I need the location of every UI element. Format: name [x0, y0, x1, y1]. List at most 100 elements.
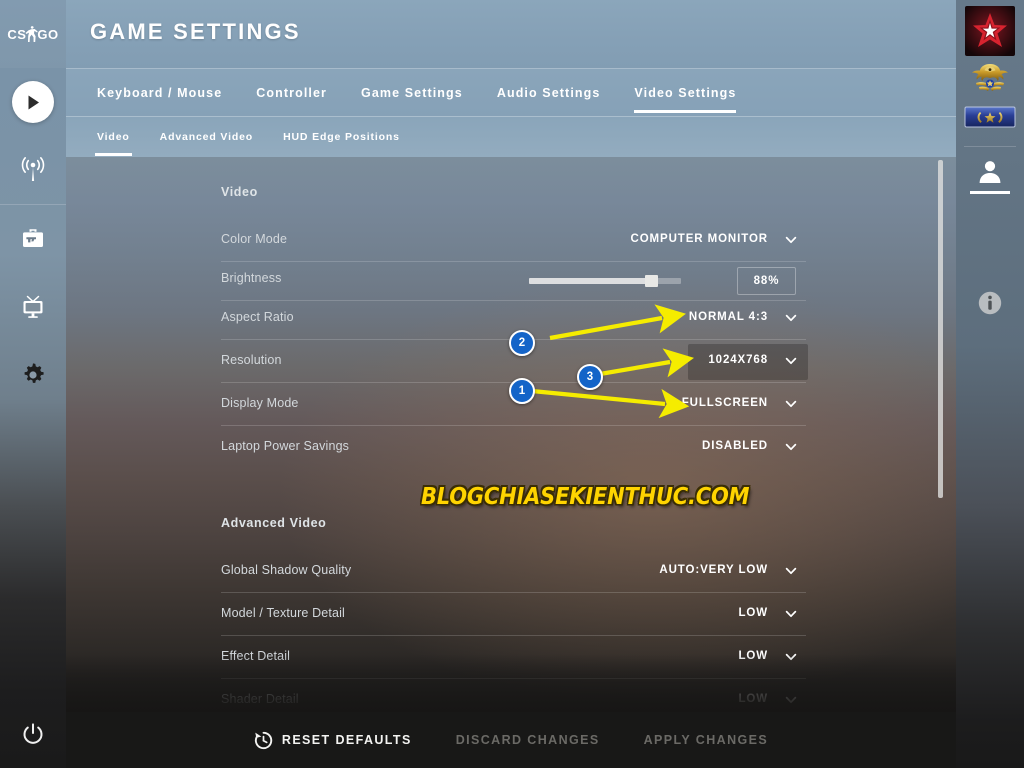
- tab-audio-settings[interactable]: Audio Settings: [497, 69, 601, 117]
- discard-changes-button[interactable]: DISCARD CHANGES: [456, 733, 600, 747]
- subtab-label: HUD Edge Positions: [283, 130, 400, 143]
- tv-icon: [23, 295, 43, 318]
- subtab-label: Advanced Video: [159, 130, 254, 143]
- setting-label: Display Mode: [221, 396, 299, 410]
- power-icon: [23, 723, 43, 744]
- setting-row-model-texture-detail[interactable]: Model / Texture Detail LOW: [221, 593, 806, 636]
- scrollbar-thumb[interactable]: [938, 160, 943, 498]
- subtab-label: Video: [97, 130, 130, 143]
- setting-label: Aspect Ratio: [221, 310, 294, 324]
- subtab-video[interactable]: Video: [95, 117, 132, 156]
- setting-label: Resolution: [221, 353, 282, 367]
- setting-value: DISABLED: [702, 440, 768, 452]
- bottom-action-bar: RESET DEFAULTS DISCARD CHANGES APPLY CHA…: [66, 712, 956, 768]
- setting-row-color-mode[interactable]: Color Mode COMPUTER MONITOR: [221, 219, 806, 262]
- setting-label: Laptop Power Savings: [221, 439, 350, 453]
- page-title: GAME SETTINGS: [90, 19, 301, 44]
- chevron-down-icon[interactable]: [785, 694, 797, 706]
- setting-row-aspect-ratio[interactable]: Aspect Ratio NORMAL 4:3: [221, 297, 806, 340]
- service-medal[interactable]: [956, 104, 1024, 130]
- setting-value: AUTO:VERY LOW: [659, 564, 768, 576]
- watermark: BLOGCHIASEKIENTHUC.COM: [421, 482, 750, 510]
- logo-text-cs: CS: [7, 26, 27, 42]
- broadcast-icon: [21, 157, 45, 181]
- setting-value: LOW: [738, 607, 768, 619]
- setting-row-effect-detail[interactable]: Effect Detail LOW: [221, 636, 806, 679]
- setting-value: LOW: [738, 650, 768, 662]
- subtab-hud-edge-positions[interactable]: HUD Edge Positions: [283, 117, 400, 156]
- setting-value: COMPUTER MONITOR: [630, 233, 768, 245]
- right-panel: [956, 0, 1024, 768]
- section-heading-advanced-video: Advanced Video: [221, 516, 327, 530]
- sidebar-icon-list: [0, 68, 66, 409]
- badge-stack: [956, 6, 1024, 134]
- person-icon: [979, 161, 1001, 183]
- brightness-value: 88%: [737, 267, 796, 295]
- left-sidebar: CS GO: [0, 0, 66, 768]
- content-scrollbar[interactable]: [938, 160, 943, 708]
- setting-label: Model / Texture Detail: [221, 606, 345, 620]
- tab-label: Video Settings: [634, 86, 737, 100]
- setting-row-display-mode[interactable]: Display Mode FULLSCREEN: [221, 383, 806, 426]
- sidebar-item-inventory[interactable]: [0, 205, 66, 273]
- info-button[interactable]: [956, 290, 1024, 316]
- chevron-down-icon[interactable]: [785, 565, 797, 577]
- reset-defaults-button[interactable]: RESET DEFAULTS: [254, 731, 412, 750]
- play-icon: [12, 81, 54, 123]
- setting-value: 1024X768: [708, 354, 768, 366]
- sidebar-item-watch-broadcast[interactable]: [0, 136, 66, 204]
- settings-content: Video Color Mode COMPUTER MONITOR Bright…: [66, 156, 956, 712]
- sidebar-item-power[interactable]: [0, 700, 66, 768]
- reset-defaults-label: RESET DEFAULTS: [281, 733, 412, 747]
- csgo-settings-screen: CS GO GAME SETTINGS Keyboard / Mouse Con…: [0, 0, 1024, 768]
- setting-row-laptop-power-savings[interactable]: Laptop Power Savings DISABLED: [221, 426, 806, 469]
- setting-label: Color Mode: [221, 232, 288, 246]
- tab-video-settings[interactable]: Video Settings: [634, 69, 737, 117]
- chevron-down-icon[interactable]: [785, 441, 797, 453]
- eagle-rank-medal[interactable]: [956, 60, 1024, 100]
- subtab-advanced-video[interactable]: Advanced Video: [160, 117, 253, 156]
- tab-game-settings[interactable]: Game Settings: [361, 69, 463, 117]
- chevron-down-icon[interactable]: [785, 312, 797, 324]
- setting-row-shader-detail[interactable]: Shader Detail LOW: [221, 679, 806, 712]
- setting-label: Shader Detail: [221, 692, 299, 706]
- setting-row-brightness[interactable]: Brightness 88%: [221, 258, 806, 301]
- sidebar-item-watch[interactable]: [0, 273, 66, 341]
- apply-changes-label: APPLY CHANGES: [643, 733, 769, 747]
- chevron-down-icon[interactable]: [785, 355, 797, 367]
- csgo-logo[interactable]: CS GO: [0, 0, 66, 68]
- sidebar-item-play[interactable]: [0, 68, 66, 136]
- apply-changes-button[interactable]: APPLY CHANGES: [644, 733, 768, 747]
- discard-changes-label: DISCARD CHANGES: [455, 733, 600, 747]
- sidebar-item-settings[interactable]: [0, 341, 66, 409]
- setting-label: Effect Detail: [221, 649, 291, 663]
- chevron-down-icon[interactable]: [785, 651, 797, 663]
- tab-label: Controller: [256, 86, 327, 100]
- setting-row-resolution[interactable]: Resolution 1024X768: [221, 340, 808, 383]
- tab-label: Keyboard / Mouse: [97, 86, 223, 100]
- revert-clock-icon: [254, 731, 273, 749]
- tab-label: Audio Settings: [496, 86, 601, 100]
- setting-value: FULLSCREEN: [681, 397, 768, 409]
- chevron-down-icon[interactable]: [785, 608, 797, 620]
- setting-label: Brightness: [221, 271, 282, 285]
- chevron-down-icon[interactable]: [785, 234, 797, 246]
- setting-row-global-shadow-quality[interactable]: Global Shadow Quality AUTO:VERY LOW: [221, 550, 806, 593]
- section-heading-video: Video: [221, 185, 258, 199]
- tab-keyboard-mouse[interactable]: Keyboard / Mouse: [97, 69, 222, 117]
- gear-icon: [24, 363, 44, 383]
- brightness-slider[interactable]: [529, 275, 681, 287]
- slider-handle[interactable]: [644, 275, 658, 287]
- inventory-icon: [23, 229, 43, 247]
- sub-tab-bar: Video Advanced Video HUD Edge Positions: [66, 116, 956, 157]
- tab-controller[interactable]: Controller: [256, 69, 327, 117]
- slider-fill: [529, 278, 651, 284]
- main-tab-bar: Keyboard / Mouse Controller Game Setting…: [66, 68, 956, 117]
- chevron-down-icon[interactable]: [785, 398, 797, 410]
- tab-label: Game Settings: [361, 86, 463, 100]
- setting-value: NORMAL 4:3: [688, 311, 768, 323]
- info-icon: [978, 291, 1002, 315]
- team-logo-badge[interactable]: [956, 6, 1024, 56]
- profile-underline: [970, 191, 1010, 194]
- profile-block[interactable]: [956, 158, 1024, 194]
